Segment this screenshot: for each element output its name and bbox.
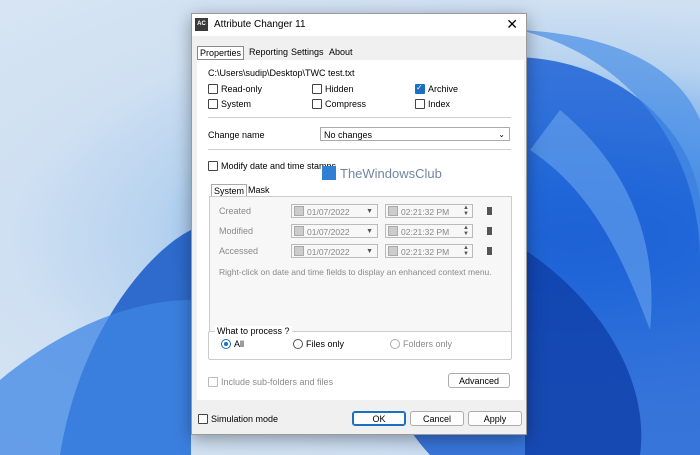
modified-label: Modified	[219, 226, 254, 236]
include-sub-checkbox[interactable]	[208, 377, 218, 387]
include-sub-label: Include sub-folders and files	[221, 377, 334, 387]
hidden-label: Hidden	[325, 84, 354, 94]
file-path: C:\Users\sudip\Desktop\TWC test.txt	[208, 68, 355, 78]
archive-checkbox[interactable]	[415, 83, 425, 94]
system-label: System	[221, 99, 252, 109]
simulation-checkbox[interactable]	[198, 414, 208, 424]
cancel-button[interactable]: Cancel	[410, 411, 464, 426]
read-only-label: Read-only	[221, 84, 263, 94]
close-icon[interactable]: ✕	[506, 16, 518, 32]
all-radio[interactable]	[221, 339, 231, 349]
chevron-down-icon: ⌄	[498, 130, 505, 139]
created-date-field[interactable]: 01/07/2022 ▼	[291, 204, 378, 218]
files-only-label: Files only	[306, 339, 345, 349]
change-name-select[interactable]: No changes ⌄	[320, 127, 510, 141]
windowsclub-logo-icon	[322, 166, 336, 180]
all-label: All	[234, 339, 245, 349]
window-title: Attribute Changer 11	[214, 19, 306, 30]
accessed-label: Accessed	[219, 246, 259, 256]
files-only-radio[interactable]	[293, 339, 303, 349]
archive-label: Archive	[428, 84, 459, 94]
compress-label: Compress	[325, 99, 367, 109]
tab-about[interactable]: About	[327, 46, 355, 58]
modify-dates-label: Modify date and time stamps	[221, 161, 337, 171]
created-label: Created	[219, 206, 252, 216]
modified-time-field[interactable]: 02:21:32 PM ▲ ▼	[385, 224, 473, 238]
hidden-checkbox[interactable]	[312, 84, 322, 94]
tab-mask[interactable]: Mask	[246, 184, 272, 196]
calendar-icon[interactable]	[487, 207, 492, 215]
folders-only-label: Folders only	[403, 339, 453, 349]
properties-panel: C:\Users\sudip\Desktop\TWC test.txt Read…	[197, 60, 524, 400]
app-icon: AC	[195, 18, 208, 31]
read-only-checkbox[interactable]	[208, 84, 218, 94]
accessed-time-field[interactable]: 02:21:32 PM ▲ ▼	[385, 244, 473, 258]
index-label: Index	[428, 99, 451, 109]
tab-reporting[interactable]: Reporting	[247, 46, 290, 58]
system-checkbox[interactable]	[208, 99, 218, 109]
advanced-button[interactable]: Advanced	[448, 373, 510, 388]
modify-dates-checkbox[interactable]	[208, 161, 218, 171]
hint-text: Right-click on date and time fields to d…	[219, 267, 492, 277]
apply-button[interactable]: Apply	[468, 411, 522, 426]
divider	[208, 149, 511, 150]
tab-properties[interactable]: Properties	[197, 46, 245, 60]
title-bar: AC Attribute Changer 11 ✕	[192, 14, 526, 36]
simulation-label: Simulation mode	[211, 414, 279, 424]
change-name-label: Change name	[208, 130, 265, 140]
divider	[208, 117, 511, 118]
watermark-text: TheWindowsClub	[340, 166, 442, 181]
compress-checkbox[interactable]	[312, 99, 322, 109]
calendar-icon[interactable]	[487, 227, 492, 235]
tab-settings[interactable]: Settings	[289, 46, 326, 58]
index-checkbox[interactable]	[415, 99, 425, 109]
process-label: What to process ?	[215, 326, 292, 336]
attribute-changer-dialog: AC Attribute Changer 11 ✕ Properties Rep…	[191, 13, 527, 435]
change-name-value: No changes	[324, 130, 373, 140]
accessed-date-field[interactable]: 01/07/2022 ▼	[291, 244, 378, 258]
folders-only-radio[interactable]	[390, 339, 400, 349]
modified-date-field[interactable]: 01/07/2022 ▼	[291, 224, 378, 238]
ok-button[interactable]: OK	[352, 411, 406, 426]
calendar-icon[interactable]	[487, 247, 492, 255]
created-time-field[interactable]: 02:21:32 PM ▲ ▼	[385, 204, 473, 218]
